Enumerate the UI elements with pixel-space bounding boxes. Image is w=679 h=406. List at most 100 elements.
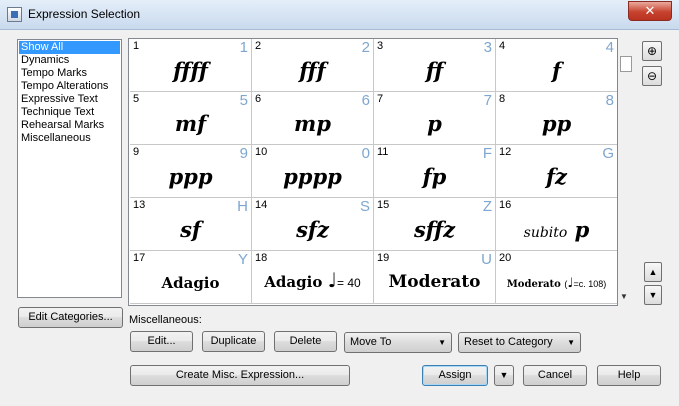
move-up-button[interactable]: ▲ <box>644 262 662 282</box>
category-item-dynamics[interactable]: Dynamics <box>19 54 120 67</box>
cell-number: 11 <box>377 146 389 158</box>
scrollbar-thumb[interactable] <box>620 56 632 72</box>
expression-cell-4[interactable]: 4 4 f <box>496 39 617 92</box>
cell-number: 6 <box>255 93 262 105</box>
reset-to-category-value: Reset to Category <box>464 336 553 348</box>
expression-cell-20[interactable]: 20 Moderato (♩=c. 108) <box>496 251 617 304</box>
window-title: Expression Selection <box>28 7 141 21</box>
expression-cell-18[interactable]: 18 Adagio ♩= 40 <box>252 251 374 304</box>
expression-cell-9[interactable]: 9 9 ppp <box>130 145 252 198</box>
delete-button[interactable]: Delete <box>274 331 337 352</box>
expression-cell-6[interactable]: 6 6 mp <box>252 92 374 145</box>
assign-options-button[interactable]: ▼ <box>494 365 514 386</box>
expression-cell-2[interactable]: 2 2 fff <box>252 39 374 92</box>
cancel-button[interactable]: Cancel <box>523 365 587 386</box>
move-to-dropdown[interactable]: Move To ▼ <box>344 332 452 353</box>
expression-symbol: fff <box>299 58 326 83</box>
expression-symbol: f <box>551 58 562 83</box>
close-button[interactable]: ✕ <box>628 1 672 21</box>
expression-symbol: pp <box>541 111 572 136</box>
move-down-button[interactable]: ▼ <box>644 285 662 305</box>
help-button[interactable]: Help <box>597 365 661 386</box>
expression-cell-11[interactable]: 11 F fp <box>374 145 496 198</box>
cell-number: 10 <box>255 146 268 158</box>
cell-number: 12 <box>499 146 512 158</box>
expression-symbol: subito p <box>496 217 617 242</box>
expression-cell-14[interactable]: 14 S sfz <box>252 198 374 251</box>
expression-cell-17[interactable]: 17 Y Adagio <box>130 251 252 304</box>
expression-symbol: sffz <box>413 217 456 242</box>
cell-number: 9 <box>133 146 140 158</box>
expression-symbol: pppp <box>283 164 342 189</box>
cell-number: 4 <box>499 40 506 52</box>
zoom-in-icon[interactable]: ⊕ <box>642 41 662 61</box>
cell-number: 14 <box>255 199 268 211</box>
assign-button[interactable]: Assign <box>422 365 488 386</box>
cell-number: 15 <box>377 199 390 211</box>
expression-symbol: fz <box>546 164 567 189</box>
category-item-miscellaneous[interactable]: Miscellaneous <box>19 132 120 145</box>
cell-shortcut-key: 6 <box>361 92 370 109</box>
cell-shortcut-key: Y <box>237 251 248 268</box>
expression-symbol: ff <box>425 58 444 83</box>
cell-shortcut-key: 9 <box>239 145 248 162</box>
expression-cell-8[interactable]: 8 8 pp <box>496 92 617 145</box>
expression-symbol: ppp <box>168 164 213 189</box>
grid-scrollbar[interactable] <box>620 54 632 300</box>
expression-cell-15[interactable]: 15 Z sffz <box>374 198 496 251</box>
category-list[interactable]: Show All Dynamics Tempo Marks Tempo Alte… <box>17 39 122 298</box>
expression-cell-16[interactable]: 16 subito p <box>496 198 617 251</box>
cell-shortcut-key: 7 <box>483 92 492 109</box>
expression-symbol: Adagio <box>161 274 220 292</box>
duplicate-button[interactable]: Duplicate <box>202 331 265 352</box>
cell-number: 13 <box>133 199 146 211</box>
category-item-rehearsal-marks[interactable]: Rehearsal Marks <box>19 119 120 132</box>
expression-cell-19[interactable]: 19 U Moderato <box>374 251 496 304</box>
expression-cell-12[interactable]: 12 G fz <box>496 145 617 198</box>
scroll-down-icon[interactable]: ▼ <box>620 292 628 301</box>
expression-symbol: Moderato (♩=c. 108) <box>496 276 617 291</box>
cell-number: 3 <box>377 40 384 52</box>
create-misc-expression-button[interactable]: Create Misc. Expression... <box>130 365 350 386</box>
cell-shortcut-key: 1 <box>239 39 248 56</box>
cell-number: 2 <box>255 40 262 52</box>
cell-shortcut-key: H <box>237 198 248 215</box>
chevron-down-icon: ▼ <box>438 338 446 347</box>
category-item-tempo-alterations[interactable]: Tempo Alterations <box>19 80 120 93</box>
cell-number: 5 <box>133 93 140 105</box>
expression-grid: 1 1 ffff 2 2 fff 3 3 ff 4 4 f 5 5 mf 6 6… <box>128 38 618 306</box>
category-item-expressive-text[interactable]: Expressive Text <box>19 93 120 106</box>
category-item-technique-text[interactable]: Technique Text <box>19 106 120 119</box>
edit-button[interactable]: Edit... <box>130 331 193 352</box>
misc-label: Miscellaneous: <box>129 314 202 326</box>
cell-shortcut-key: F <box>482 145 492 162</box>
expression-symbol: mp <box>294 111 331 136</box>
expression-cell-5[interactable]: 5 5 mf <box>130 92 252 145</box>
reset-to-category-dropdown[interactable]: Reset to Category ▼ <box>458 332 581 353</box>
cell-shortcut-key: Z <box>482 198 492 215</box>
dynamic-text: p <box>574 217 590 242</box>
expression-cell-13[interactable]: 13 H sf <box>130 198 252 251</box>
cell-shortcut-key: 0 <box>361 145 370 162</box>
category-item-tempo-marks[interactable]: Tempo Marks <box>19 67 120 80</box>
cell-shortcut-key: 3 <box>483 39 492 56</box>
subito-text: subito <box>523 225 568 241</box>
quarter-note-icon: ♩ <box>327 268 337 292</box>
cell-shortcut-key: G <box>602 145 614 162</box>
expression-symbol: mf <box>174 111 207 136</box>
cell-shortcut-key: 4 <box>605 39 614 56</box>
expression-cell-7[interactable]: 7 7 p <box>374 92 496 145</box>
edit-categories-button[interactable]: Edit Categories... <box>18 307 123 328</box>
expression-symbol: sf <box>180 217 201 242</box>
app-icon <box>7 7 22 22</box>
expression-symbol: Adagio ♩= 40 <box>252 268 373 292</box>
expression-cell-3[interactable]: 3 3 ff <box>374 39 496 92</box>
zoom-out-icon[interactable]: ⊖ <box>642 66 662 86</box>
cell-number: 16 <box>499 199 512 211</box>
cell-shortcut-key: U <box>481 251 492 268</box>
cell-number: 20 <box>499 252 512 264</box>
category-item-show-all[interactable]: Show All <box>19 41 120 54</box>
cell-shortcut-key: 8 <box>605 92 614 109</box>
expression-cell-10[interactable]: 10 0 pppp <box>252 145 374 198</box>
expression-cell-1[interactable]: 1 1 ffff <box>130 39 252 92</box>
